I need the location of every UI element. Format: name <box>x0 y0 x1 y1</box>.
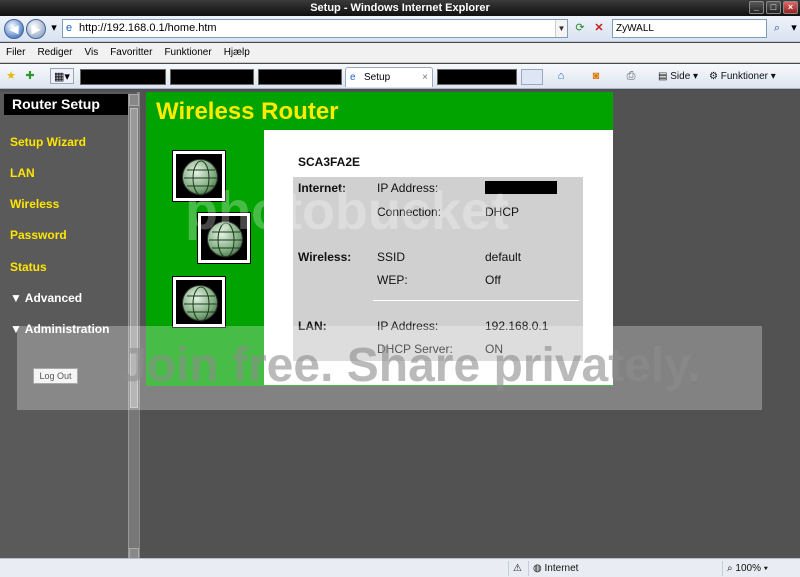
back-button[interactable]: ◀ <box>4 19 24 39</box>
add-favorite-icon[interactable]: ✚ <box>22 68 38 84</box>
url-text: http://192.168.0.1/home.htm <box>79 22 217 34</box>
menu-bar: Filer Rediger Vis Favoritter Funktioner … <box>0 43 800 63</box>
sidebar-item-setup-wizard[interactable]: Setup Wizard <box>10 135 86 149</box>
feeds-icon[interactable]: ◙ <box>588 68 604 84</box>
close-tab-icon[interactable]: × <box>422 68 428 87</box>
redacted-tab[interactable] <box>437 69 517 85</box>
page-menu[interactable]: ▤ Side ▾ <box>658 68 698 85</box>
device-name: SCA3FA2E <box>298 155 361 169</box>
status-bar: ⚠ ◍ Internet ⌕ 100% ▾ <box>0 558 800 577</box>
sidebar-item-status[interactable]: Status <box>10 260 47 274</box>
ssid-label: SSID <box>377 250 406 264</box>
sidebar-item-wireless[interactable]: Wireless <box>10 197 59 211</box>
search-icon[interactable]: ⌕ <box>768 19 786 38</box>
menu-tools[interactable]: Funktioner <box>164 47 211 58</box>
menu-favorites[interactable]: Favoritter <box>110 47 152 58</box>
tab-setup[interactable]: e Setup × <box>345 67 433 87</box>
watermark-tagline: Join free. Share privately. <box>120 339 701 392</box>
page-menu-label: Side <box>670 71 691 82</box>
maximize-button[interactable]: □ <box>766 1 781 14</box>
wireless-label: Wireless: <box>298 250 352 264</box>
tab-label: Setup <box>364 72 391 83</box>
menu-edit[interactable]: Rediger <box>37 47 72 58</box>
ssid-value: default <box>485 250 522 264</box>
menu-help[interactable]: Hjælp <box>224 47 250 58</box>
globe-icon <box>172 276 226 328</box>
sidebar-item-password[interactable]: Password <box>10 228 67 242</box>
redacted-tab[interactable] <box>258 69 342 85</box>
zoom-control[interactable]: ⌕ 100% ▾ <box>722 561 798 576</box>
wep-label: WEP: <box>377 273 408 287</box>
menu-file[interactable]: Filer <box>6 47 25 58</box>
window-title-bar: Setup - Windows Internet Explorer _ □ × <box>0 0 800 16</box>
menu-view[interactable]: Vis <box>84 47 98 58</box>
home-icon[interactable]: ⌂ <box>553 68 569 84</box>
redacted-tab[interactable] <box>80 69 166 85</box>
sidebar-item-advanced-label: Advanced <box>24 291 83 305</box>
gear-icon: ⚙ <box>709 71 718 82</box>
divider <box>373 300 579 301</box>
zone-label: Internet <box>544 563 579 574</box>
address-dropdown-icon[interactable]: ▼ <box>555 20 567 37</box>
zoom-level: 100% <box>735 563 761 574</box>
history-dropdown-icon[interactable]: ▾ <box>46 20 62 36</box>
close-window-button[interactable]: × <box>783 1 798 14</box>
sidebar: Router Setup Setup Wizard LAN Wireless P… <box>0 92 140 560</box>
tools-menu[interactable]: ⚙ Funktioner ▾ <box>709 68 776 85</box>
wep-value: Off <box>485 273 501 287</box>
internet-globe-icon: ◍ <box>533 563 542 574</box>
page-icon: ▤ <box>658 71 668 82</box>
search-text: ZyWALL <box>616 23 654 34</box>
favorites-star-icon[interactable]: ★ <box>3 68 19 84</box>
sidebar-item-advanced[interactable]: ▼ Advanced <box>10 291 82 305</box>
sidebar-title: Router Setup <box>4 94 135 115</box>
address-row: ◀ ▶ ▾ e http://192.168.0.1/home.htm ▼ ⟳ … <box>0 16 800 42</box>
redacted-tab[interactable] <box>170 69 254 85</box>
stop-icon[interactable]: ✕ <box>591 20 607 36</box>
page-title: Wireless Router <box>156 98 339 125</box>
forward-button[interactable]: ▶ <box>26 19 46 39</box>
print-icon[interactable]: ⎙ <box>623 68 639 84</box>
triangle-down-icon: ▼ <box>10 291 22 305</box>
ie-page-icon: e <box>350 72 356 83</box>
scroll-up-arrow[interactable] <box>129 94 139 106</box>
tab-bar: ★ ✚ ▦▾ e Setup × ⌂ ◙ ⎙ ▤ Side ▾ ⚙ Funkti… <box>0 64 800 89</box>
new-tab-button[interactable] <box>521 69 543 85</box>
ie-page-icon: e <box>66 22 73 34</box>
search-options-icon[interactable]: ▾ <box>786 20 800 36</box>
security-zone[interactable]: ◍ Internet <box>528 561 720 576</box>
quick-tabs-icon[interactable]: ▦▾ <box>50 68 74 84</box>
watermark-brand: photobucket <box>185 181 509 241</box>
search-input[interactable]: ZyWALL <box>612 19 767 38</box>
sidebar-item-lan[interactable]: LAN <box>10 166 35 180</box>
page-content: Router Setup Setup Wizard LAN Wireless P… <box>0 90 800 560</box>
refresh-icon[interactable]: ⟳ <box>572 20 588 36</box>
tools-menu-label: Funktioner <box>720 71 768 82</box>
protected-mode-icon[interactable]: ⚠ <box>508 561 528 576</box>
window-title: Setup - Windows Internet Explorer <box>310 2 490 14</box>
minimize-button[interactable]: _ <box>749 1 764 14</box>
zoom-icon: ⌕ <box>727 563 733 574</box>
address-input[interactable]: e http://192.168.0.1/home.htm ▼ <box>62 19 568 38</box>
